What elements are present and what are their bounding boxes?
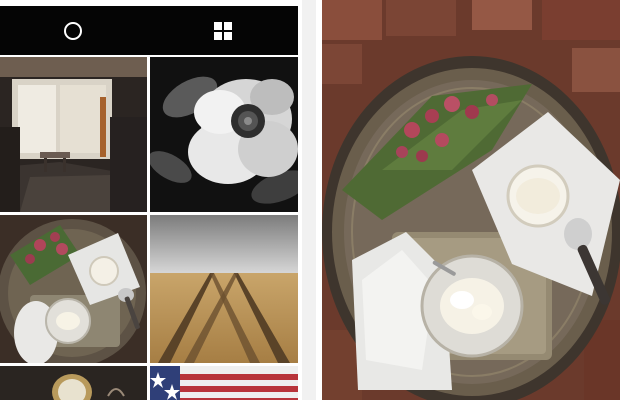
photo-tile-ice-cream-tray[interactable] — [0, 215, 147, 363]
room-photo — [0, 57, 147, 212]
photo-tile-flag[interactable] — [150, 366, 298, 400]
photo-tile-wheat-field[interactable] — [150, 215, 298, 363]
flower-photo — [150, 57, 298, 212]
mirror-photo — [0, 366, 147, 400]
device-edge — [302, 0, 316, 400]
field-photo — [150, 215, 298, 363]
photo-tile-mirror[interactable] — [0, 366, 147, 400]
tray-photo — [0, 215, 147, 363]
photo-detail-view[interactable] — [322, 0, 620, 400]
left-phone-screen — [0, 6, 298, 400]
tray-large-photo — [322, 0, 620, 400]
top-navigation-bar — [0, 6, 298, 55]
grid-tab-button[interactable] — [208, 16, 238, 46]
camera-tab-button[interactable] — [58, 16, 88, 46]
photo-tile-room-interior[interactable] — [0, 57, 147, 212]
photo-tile-peony[interactable] — [150, 57, 298, 212]
flag-photo — [150, 366, 298, 400]
grid-icon — [214, 22, 232, 40]
circle-camera-icon — [64, 22, 82, 40]
